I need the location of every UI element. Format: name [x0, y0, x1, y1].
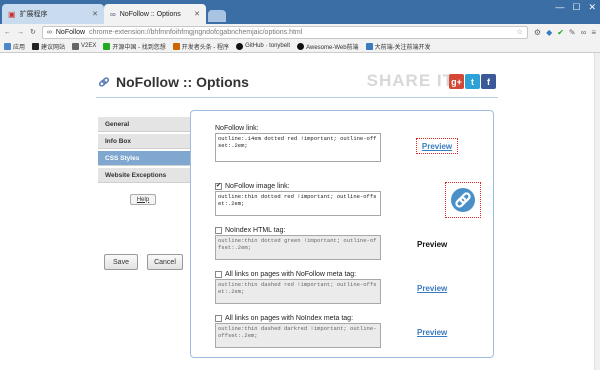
- twitter-icon[interactable]: t: [465, 74, 480, 89]
- sidebar-item-general[interactable]: General: [98, 117, 190, 132]
- link-icon: ∞: [110, 9, 116, 19]
- options-header: NoFollow :: Options SHARE IT g+ t f: [96, 68, 498, 98]
- preview-link[interactable]: Preview: [422, 142, 452, 151]
- cancel-button[interactable]: Cancel: [147, 254, 183, 270]
- nofollow-image-checkbox[interactable]: ✔: [215, 182, 222, 190]
- noindex-preview-text: Preview: [417, 240, 448, 249]
- nofollow-link-field: NoFollow link: outline:.14em dotted red …: [215, 123, 381, 162]
- nofollow-meta-css-input[interactable]: outline:thin dashed red !important; outl…: [215, 279, 381, 304]
- nofollow-image-field: ✔ NoFollow image link: outline:thin dott…: [215, 181, 381, 216]
- bookmark-icon: [103, 42, 111, 50]
- sidebar-item-css-styles[interactable]: CSS Styles: [98, 151, 190, 166]
- menu-icon[interactable]: ≡: [591, 28, 596, 37]
- apps-icon: [4, 42, 11, 50]
- maximize-icon[interactable]: ☐: [572, 2, 580, 13]
- noindex-meta-label: All links on pages with NoIndex meta tag…: [225, 314, 354, 322]
- page-scrollbar[interactable]: [594, 53, 600, 370]
- nofollow-image-label: NoFollow image link:: [225, 182, 290, 190]
- tab-label: NoFollow :: Options: [119, 10, 181, 18]
- bookmarks-bar: 应用 建议网站 V2EX 开源中国 - 找到您想 开发者头条 - 程序 GitH…: [0, 40, 600, 53]
- reload-icon[interactable]: ↻: [30, 28, 36, 36]
- tab-nofollow-options[interactable]: ∞ NoFollow :: Options ✕: [104, 4, 206, 24]
- bookmark-icon: [365, 42, 373, 50]
- extension-icon-5[interactable]: ∞: [581, 28, 587, 37]
- sidebar-item-website-exceptions[interactable]: Website Exceptions: [98, 168, 190, 183]
- close-window-icon[interactable]: ✕: [588, 2, 596, 13]
- bookmark-icon: [172, 42, 180, 50]
- bookmark-icon: [72, 42, 80, 50]
- noindex-html-field: NoIndex HTML tag: outline:thin dotted gr…: [215, 225, 381, 260]
- tab-extensions[interactable]: ▣ 扩展程序 ✕: [2, 4, 104, 24]
- bookmark-item[interactable]: 开源中国 - 找到您想: [103, 42, 166, 51]
- close-tab-icon[interactable]: ✕: [92, 10, 98, 18]
- browser-toolbar: ← → ↻ ∞ NoFollow chrome-extension://bhfm…: [0, 24, 600, 40]
- tab-label: 扩展程序: [19, 11, 48, 18]
- nofollow-meta-field: All links on pages with NoFollow meta ta…: [215, 269, 381, 304]
- bookmark-item[interactable]: 大前端-关注前端开发: [365, 42, 431, 51]
- extension-icon-2[interactable]: ◆: [546, 28, 552, 37]
- nofollow-link-label: NoFollow link:: [215, 124, 259, 132]
- bookmark-item[interactable]: 应用: [4, 42, 25, 51]
- bookmark-item[interactable]: 开发者头条 - 程序: [172, 42, 229, 51]
- browser-tab-bar: ▣ 扩展程序 ✕ ∞ NoFollow :: Options ✕ — ☐ ✕: [0, 0, 600, 24]
- noindex-meta-field: All links on pages with NoIndex meta tag…: [215, 313, 381, 348]
- share-it-label: SHARE IT: [366, 71, 454, 90]
- nofollow-link-css-input[interactable]: outline:.14em dotted red !important; out…: [215, 133, 381, 162]
- window-controls: — ☐ ✕: [555, 2, 596, 13]
- back-icon[interactable]: ←: [4, 29, 11, 36]
- chain-link-image-icon: [451, 188, 475, 212]
- nofollow-image-css-input[interactable]: outline:thin dotted red !important; outl…: [215, 191, 381, 216]
- noindex-html-css-input[interactable]: outline:thin dotted green !important; ou…: [215, 235, 381, 260]
- minimize-icon[interactable]: —: [555, 2, 564, 13]
- sidebar-item-info-box[interactable]: Info Box: [98, 134, 190, 149]
- facebook-icon[interactable]: f: [481, 74, 496, 89]
- chain-link-icon: [98, 77, 110, 87]
- google-plus-icon[interactable]: g+: [449, 74, 464, 89]
- url-path: chrome-extension://bhfmnfoihfmgjngndofcg…: [89, 28, 303, 36]
- noindex-meta-preview-link[interactable]: Preview: [417, 328, 447, 337]
- puzzle-icon: ▣: [8, 9, 16, 19]
- extension-icons: ⚙ ◆ ✔ ✎ ∞ ≡: [534, 28, 596, 37]
- help-button[interactable]: Help: [130, 194, 156, 205]
- options-sidebar: General Info Box CSS Styles Website Exce…: [98, 117, 190, 185]
- url-host: NoFollow: [55, 28, 86, 36]
- nofollow-image-preview: [445, 182, 481, 218]
- forward-icon[interactable]: →: [17, 29, 24, 36]
- bookmark-icon: [32, 42, 40, 50]
- new-tab-button[interactable]: [208, 10, 226, 22]
- nofollow-link-preview: Preview: [416, 138, 458, 154]
- bookmark-item[interactable]: 建议网站: [32, 42, 65, 51]
- save-button[interactable]: Save: [104, 254, 138, 270]
- bookmark-item[interactable]: V2EX: [72, 42, 96, 50]
- noindex-html-checkbox[interactable]: [215, 226, 222, 234]
- nofollow-meta-checkbox[interactable]: [215, 270, 222, 278]
- extension-icon-4[interactable]: ✎: [569, 28, 576, 37]
- page-title-text: NoFollow :: Options: [116, 74, 249, 90]
- extension-icon-3[interactable]: ✔: [557, 28, 564, 37]
- css-styles-panel: NoFollow link: outline:.14em dotted red …: [190, 110, 494, 358]
- address-bar[interactable]: ∞ NoFollow chrome-extension://bhfmnfoihf…: [41, 25, 528, 39]
- noindex-meta-css-input[interactable]: outline:thin dashed darkred !important; …: [215, 323, 381, 348]
- nofollow-meta-label: All links on pages with NoFollow meta ta…: [225, 270, 357, 278]
- github-icon: [297, 42, 305, 50]
- bookmark-item[interactable]: GitHub · tonybelt: [236, 42, 290, 50]
- social-buttons: g+ t f: [449, 74, 496, 89]
- close-tab-icon[interactable]: ✕: [194, 10, 200, 18]
- nofollow-meta-preview-link[interactable]: Preview: [417, 284, 447, 293]
- extension-icon-1[interactable]: ⚙: [534, 28, 541, 37]
- bookmark-item[interactable]: Awesome-Web前端: [297, 42, 359, 51]
- extension-icon: ∞: [46, 28, 52, 36]
- page-title: NoFollow :: Options: [98, 74, 249, 90]
- github-icon: [236, 42, 244, 50]
- noindex-html-label: NoIndex HTML tag:: [225, 226, 286, 234]
- noindex-meta-checkbox[interactable]: [215, 314, 222, 322]
- bookmark-star-icon[interactable]: ☆: [517, 28, 523, 36]
